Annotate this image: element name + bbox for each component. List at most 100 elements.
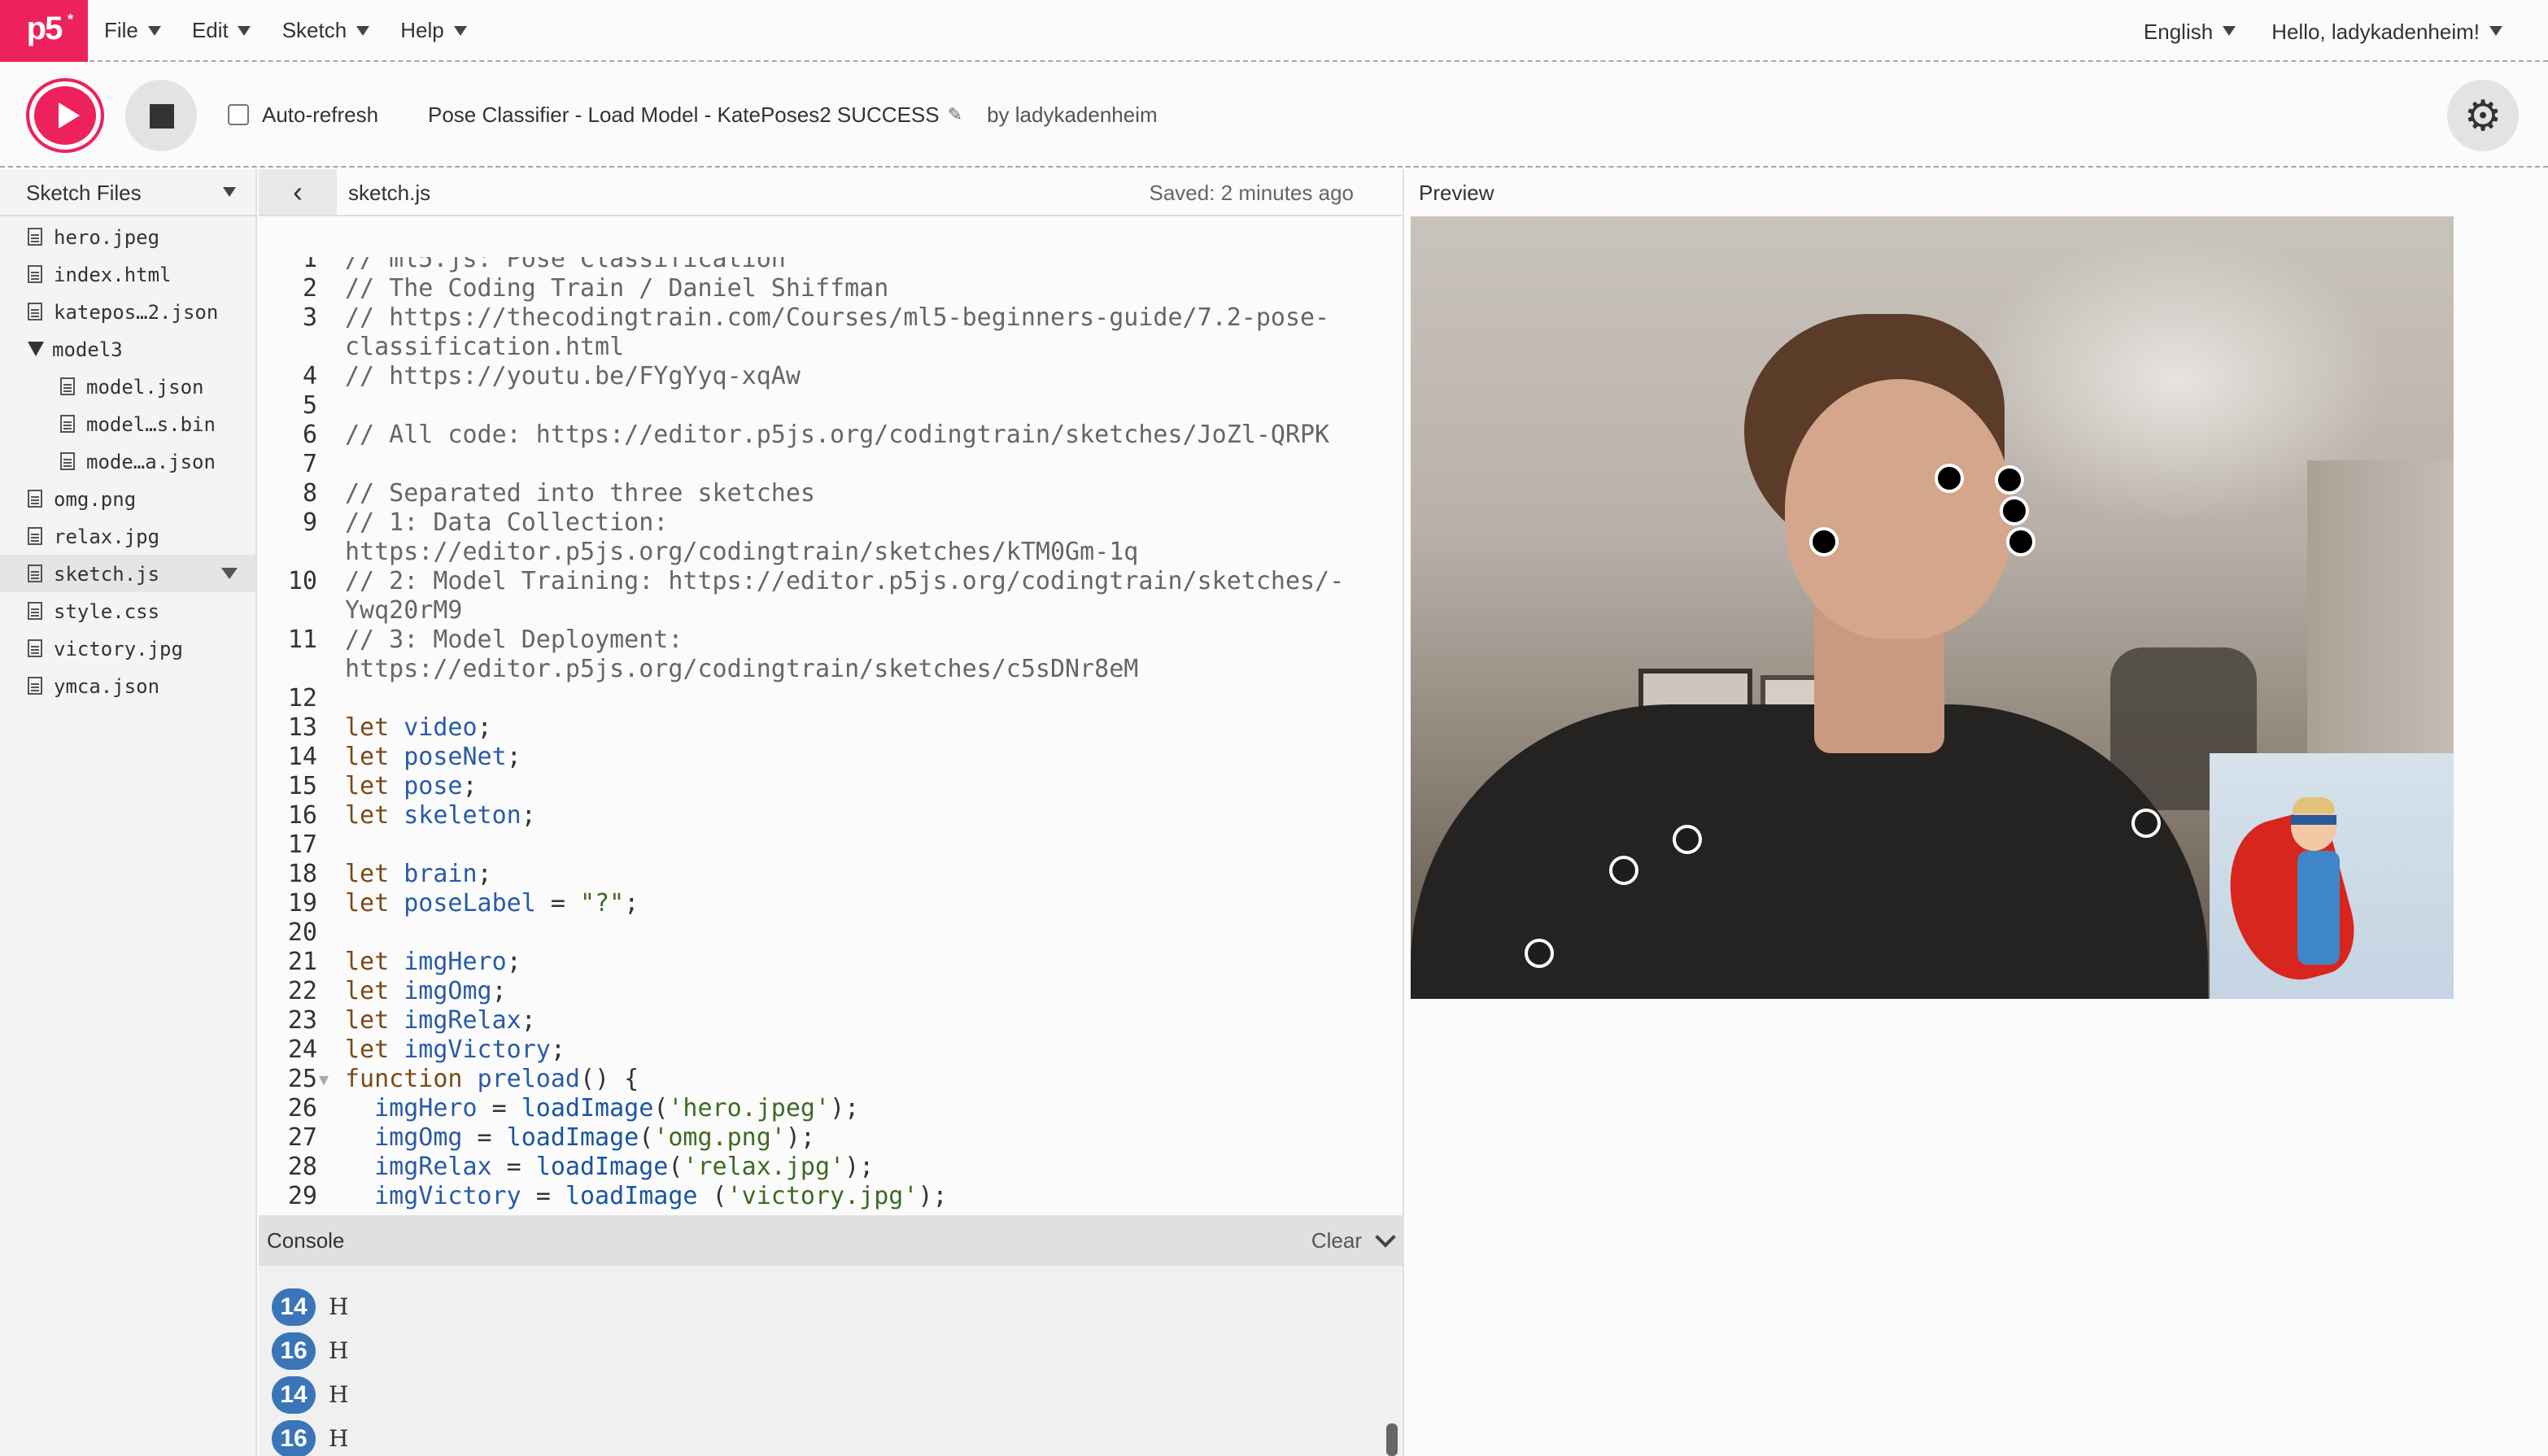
file-item[interactable]: ymca.json [0,667,255,704]
file-name: index.html [54,263,172,286]
code-line: // 2: Model Training: https://editor.p5j… [345,566,1344,595]
line-number: 2 [302,273,317,303]
line-number: 24 [287,1035,317,1064]
code-token: imgVictory [374,1181,521,1210]
sketch-owner[interactable]: by ladykadenheim [987,102,1158,127]
collapse-sidebar-button[interactable]: ‹ [259,169,337,215]
fold-icon[interactable]: ▼ [319,1067,329,1096]
code-line: // ml5.js: Pose Classification [345,257,786,273]
file-item[interactable]: index.html [0,255,255,293]
sidebar-title: Sketch Files [26,180,142,204]
line-number: 6 [302,420,317,449]
file-item[interactable]: victory.jpg [0,630,255,667]
menu-sketch[interactable]: Sketch [282,18,370,42]
language-label: English [2143,19,2214,43]
line-number: 27 [287,1123,317,1152]
code-token: ); [844,1152,875,1181]
console-controls: Clear [1311,1226,1396,1253]
file-item[interactable]: omg.png [0,480,255,517]
line-number: 16 [287,800,317,830]
line-number: 29 [287,1181,317,1210]
code-token: 'omg.png' [653,1123,786,1152]
logo-text: p5 [26,11,63,47]
code-token: imgOmg [404,976,492,1005]
code-token: // ml5.js: Pose Classification [345,257,786,273]
code-token: ; [521,800,536,830]
pose-keypoint [1525,939,1554,968]
logo-asterisk: * [67,11,73,27]
menu-help[interactable]: Help [400,18,467,42]
code-token: function [345,1064,478,1093]
console-scrollbar[interactable] [1386,1423,1398,1456]
line-number: 28 [287,1152,317,1181]
chevron-down-icon [147,25,161,35]
code-token: let [345,947,404,976]
file-icon [28,265,42,283]
file-name: omg.png [54,487,137,510]
file-icon [60,415,75,433]
code-token: 'hero.jpeg' [668,1093,831,1123]
code-token: = [535,888,580,918]
code-token: imgRelax [374,1152,492,1181]
file-item[interactable]: mode…a.json [0,442,255,480]
pose-keypoint [2131,809,2161,838]
p5-logo[interactable]: p5 * [0,0,88,61]
console-header: Console Clear [259,1215,1403,1266]
pose-keypoint [1609,856,1638,885]
file-name: relax.jpg [54,525,160,547]
stop-button[interactable] [125,80,197,151]
menu-edit[interactable]: Edit [192,18,251,42]
code-token: imgHero [404,947,507,976]
line-number: 22 [287,976,317,1005]
code-token: loadImage [565,1181,698,1210]
file-name: model3 [52,338,123,360]
play-button[interactable] [26,78,104,153]
sketch-files-sidebar: Sketch Files hero.jpeg index.html katepos…… [0,169,257,1456]
settings-button[interactable]: ⚙ [2447,80,2519,151]
file-item[interactable]: style.css [0,592,255,630]
sidebar-header[interactable]: Sketch Files [0,169,255,216]
chevron-down-icon[interactable] [223,187,236,197]
file-item[interactable]: katepos…2.json [0,293,255,330]
code-token: ); [918,1181,948,1210]
pencil-icon[interactable]: ✎ [948,104,962,125]
code-token: ( [653,1093,669,1123]
line-number: 4 [302,361,317,390]
top-nav: p5 * File Edit Sketch Help English Hello,… [0,0,2548,62]
language-menu[interactable]: English [2144,19,2236,43]
user-menu[interactable]: Hello, ladykadenheim! [2271,19,2502,43]
file-item[interactable]: model…s.bin [0,405,255,442]
console-title: Console [267,1228,345,1253]
auto-refresh-checkbox[interactable] [228,104,249,125]
code-token: = [462,1123,507,1152]
folder-item[interactable]: model3 [0,330,255,368]
console-message: H [329,1338,349,1364]
menu-file[interactable]: File [104,18,161,42]
file-icon [60,377,75,395]
sketch-title[interactable]: Pose Classifier - Load Model - KatePoses… [428,102,940,127]
file-icon [28,639,42,657]
code-line: // https://thecodingtrain.com/Courses/ml… [345,303,1329,332]
code-token: ; [506,947,521,976]
code-area[interactable]: 1 // ml5.js: Pose Classification 2 // The C… [259,257,1404,1215]
code-token: let [345,771,404,800]
file-item[interactable]: relax.jpg [0,517,255,555]
file-item[interactable]: hero.jpeg [0,218,255,255]
file-item[interactable]: model.json [0,368,255,405]
console-clear-button[interactable]: Clear [1311,1228,1362,1253]
chevron-down-icon[interactable] [1375,1226,1396,1247]
code-token: ; [477,713,492,742]
code-line: https://editor.p5js.org/codingtrain/sket… [345,654,1138,683]
line-number: 8 [302,478,317,508]
code-token: loadImage [521,1093,654,1123]
file-icon [60,452,75,470]
code-token: https://editor.p5js.org/codingtrain/sket… [345,537,1139,566]
file-options-chevron-icon[interactable] [221,568,238,579]
editor-filename: sketch.js [348,180,431,204]
code-token: poseNet [404,742,507,771]
nav-right: English Hello, ladykadenheim! [2108,0,2502,62]
auto-refresh-toggle[interactable]: Auto-refresh [228,102,378,127]
file-item[interactable]: sketch.js [0,555,255,592]
